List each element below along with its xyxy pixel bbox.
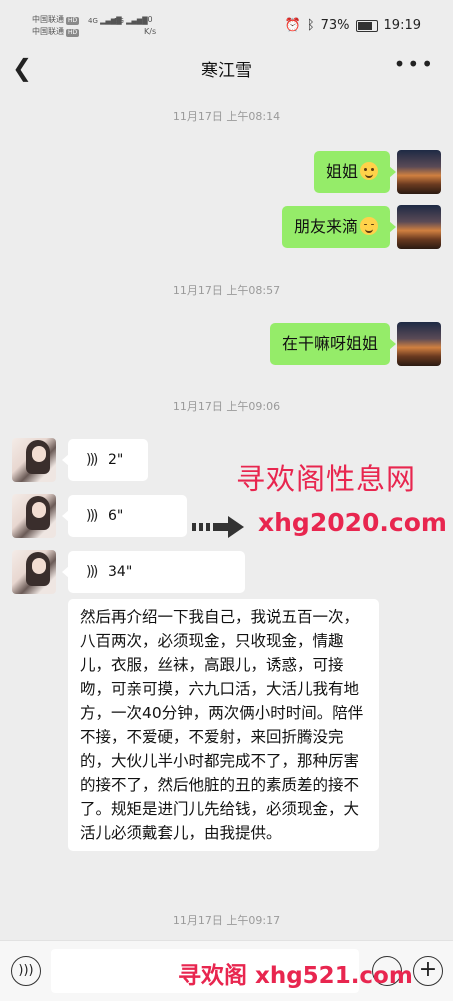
voice-message[interactable]: ))) 6" <box>62 495 187 537</box>
my-avatar[interactable] <box>397 150 441 194</box>
clock: 19:19 <box>383 18 421 33</box>
message-text: 朋友来滴 <box>293 217 358 236</box>
contact-avatar[interactable] <box>12 438 56 482</box>
dog-emoji-icon <box>360 162 378 180</box>
voice-wave-icon: ))) <box>86 508 98 524</box>
message-text: 姐姐 <box>325 162 358 181</box>
bluetooth-icon: ᛒ <box>306 18 315 33</box>
watermark-bottom: 寻欢阁 xhg521.com <box>178 963 413 989</box>
hd-badge: HD <box>66 29 80 37</box>
chat-header: ❮ 寒江雪 ••• <box>0 48 453 88</box>
message-bubble-incoming[interactable]: 然后再介绍一下我自己，我说五百一次，八百两次，必须现金，只收现金，情趣儿，衣服，… <box>68 599 379 851</box>
my-avatar[interactable] <box>397 322 441 366</box>
carrier-2: 中国联通 <box>32 27 64 36</box>
timestamp: 11月17日 上午09:06 <box>172 400 281 413</box>
network-speed: 0 K/s <box>144 15 157 36</box>
contact-avatar[interactable] <box>12 494 56 538</box>
voice-input-icon[interactable]: ))) <box>11 956 41 986</box>
watermark-arrow-icon <box>192 516 244 538</box>
timestamp: 11月17日 上午09:17 <box>172 914 281 927</box>
signal-5g-icon: 5G ▂▄▆█ <box>114 17 148 25</box>
voice-duration: 34" <box>108 564 133 580</box>
battery-percent: 73% <box>320 18 350 33</box>
more-options-icon[interactable]: ••• <box>394 52 435 76</box>
voice-message[interactable]: ))) 34" <box>62 551 245 593</box>
timestamp: 11月17日 上午08:57 <box>172 284 281 297</box>
status-bar: 中国联通 HD 中国联通 HD 4G ▂▄▆█ 5G ▂▄▆█ 0 K/s ⏰ ᛒ … <box>0 0 453 48</box>
plus-icon[interactable]: + <box>413 956 443 986</box>
watermark-url: xhg2020.com <box>258 508 447 537</box>
chat-title: 寒江雪 <box>201 61 252 81</box>
voice-message[interactable]: ))) 2" <box>62 439 148 481</box>
carrier-1: 中国联通 <box>32 15 64 24</box>
status-right: ⏰ ᛒ 73% 19:19 <box>285 18 421 33</box>
message-bubble-outgoing[interactable]: 姐姐 <box>313 151 397 193</box>
timestamp: 11月17日 上午08:14 <box>172 110 281 123</box>
message-bubble-outgoing[interactable]: 朋友来滴 <box>281 206 397 248</box>
voice-duration: 2" <box>108 452 124 468</box>
voice-duration: 6" <box>108 508 124 524</box>
message-text: 在干嘛呀姐姐 <box>281 334 378 353</box>
sleepy-face-emoji-icon <box>360 217 378 235</box>
my-avatar[interactable] <box>397 205 441 249</box>
watermark-title: 寻欢阁性息网 <box>236 462 417 496</box>
carrier-info: 中国联通 HD 中国联通 HD <box>32 14 80 38</box>
voice-wave-icon: ))) <box>86 564 98 580</box>
alarm-icon: ⏰ <box>284 18 301 33</box>
battery-icon <box>355 19 378 32</box>
contact-avatar[interactable] <box>12 550 56 594</box>
message-bubble-outgoing[interactable]: 在干嘛呀姐姐 <box>269 323 397 365</box>
hd-badge: HD <box>66 17 80 25</box>
voice-wave-icon: ))) <box>86 452 98 468</box>
